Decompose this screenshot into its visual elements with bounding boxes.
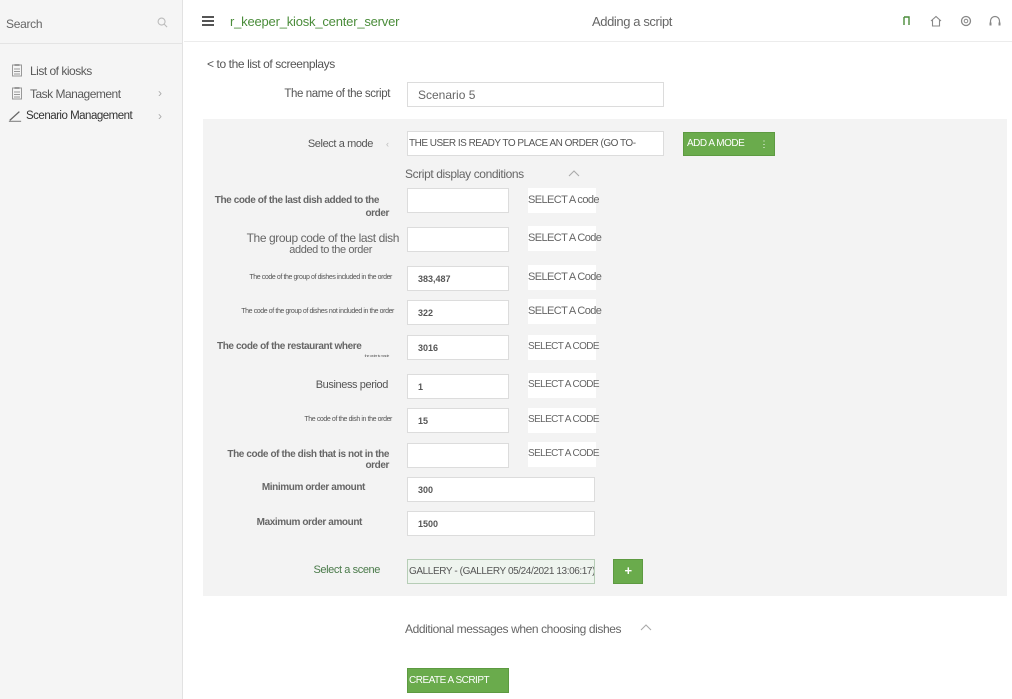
scene-label: Select a scene: [313, 564, 380, 576]
dish-in-order-input[interactable]: 15: [407, 408, 509, 433]
chevron-right-icon: ›: [158, 109, 162, 123]
sidebar-item-scenario-management[interactable]: Scenario Management ›: [0, 106, 183, 126]
scene-select[interactable]: GALLERY - (GALLERY 05/24/2021 13:06:17)-: [407, 559, 595, 584]
search-box[interactable]: Search: [0, 0, 183, 44]
add-mode-button-label: ADD A MODE: [687, 138, 745, 149]
select-code-button[interactable]: SELECT A CODE: [528, 408, 600, 433]
clipboard-icon: [12, 87, 22, 100]
back-to-list-link[interactable]: < to the list of screenplays: [207, 57, 335, 71]
select-code-button[interactable]: SELECT A CODE: [528, 335, 600, 360]
menu-icon[interactable]: [202, 16, 214, 26]
create-script-button[interactable]: CREATE A SCRIPT: [407, 668, 509, 693]
select-code-button[interactable]: SELECT A Code: [528, 299, 602, 324]
last-dish-code-input[interactable]: [407, 188, 509, 213]
chevron-up-icon[interactable]: [568, 169, 580, 177]
gear-icon[interactable]: [959, 14, 973, 28]
condition-label-dish-in-order: The code of the dish in the order: [304, 416, 392, 423]
pencil-icon: [8, 111, 22, 122]
sidebar: Search List of kiosks Task Management › …: [0, 0, 183, 699]
home-icon[interactable]: [929, 14, 943, 28]
add-scene-button[interactable]: +: [613, 559, 643, 584]
max-amount-label: Maximum order amount: [256, 517, 363, 528]
last-dish-group-code-input[interactable]: [407, 227, 509, 252]
add-mode-button[interactable]: ADD A MODE ⋮: [683, 132, 775, 156]
condition-label-group-not-included: The code of the group of dishes not incl…: [241, 308, 394, 315]
condition-label-group-included: The code of the group of dishes included…: [249, 274, 392, 281]
condition-label-last-dish-group: The group code of the last dish added to…: [246, 231, 400, 256]
condition-label-restaurant: The code of the restaurant where the ord…: [217, 341, 389, 358]
headset-icon[interactable]: [988, 14, 1002, 28]
mode-select[interactable]: THE USER IS READY TO PLACE AN ORDER (GO …: [407, 131, 664, 156]
min-amount-input[interactable]: 300: [407, 477, 595, 502]
chevron-up-icon[interactable]: [640, 623, 652, 631]
mode-label: Select a mode: [307, 138, 374, 150]
conditions-header[interactable]: Script display conditions: [405, 167, 524, 181]
search-icon[interactable]: [157, 17, 168, 28]
condition-label-business-period: Business period: [315, 379, 389, 391]
script-name-label: The name of the script: [284, 88, 390, 100]
sidebar-item-kiosks[interactable]: List of kiosks: [0, 60, 183, 80]
select-code-button[interactable]: SELECT A Code: [528, 226, 602, 251]
select-code-button[interactable]: SELECT A CODE: [528, 442, 600, 467]
select-code-button[interactable]: SELECT A code: [528, 188, 599, 213]
dropdown-icon: ⋮: [759, 139, 769, 149]
chevron-right-icon: ›: [158, 86, 162, 100]
condition-label-last-dish: The code of the last dish added to the o…: [214, 195, 390, 219]
select-code-button[interactable]: SELECT A Code: [528, 265, 602, 290]
sidebar-item-label: Task Management: [30, 87, 121, 101]
user-icon[interactable]: [900, 14, 914, 28]
group-included-input[interactable]: 383,487: [407, 266, 509, 291]
sidebar-item-task-management[interactable]: Task Management ›: [0, 83, 183, 103]
condition-label-dish-not-in-order: The code of the dish that is not in the …: [227, 449, 389, 471]
restaurant-code-input[interactable]: 3016: [407, 335, 509, 360]
max-amount-input[interactable]: 1500: [407, 511, 595, 536]
business-period-input[interactable]: 1: [407, 374, 509, 399]
search-input[interactable]: Search: [6, 17, 43, 31]
clipboard-icon: [12, 64, 22, 77]
script-name-input[interactable]: Scenario 5: [407, 82, 664, 107]
page-title: Adding a script: [592, 14, 672, 29]
app-name[interactable]: r_keeper_kiosk_center_server: [230, 14, 399, 29]
select-code-button[interactable]: SELECT A CODE: [528, 373, 600, 398]
group-not-included-input[interactable]: 322: [407, 300, 509, 325]
additional-messages-header[interactable]: Additional messages when choosing dishes: [405, 622, 622, 636]
sidebar-item-label: List of kiosks: [30, 64, 92, 78]
min-amount-label: Minimum order amount: [261, 482, 366, 493]
sidebar-item-label: Scenario Management: [26, 110, 133, 122]
chevron-left-icon: ‹: [386, 139, 389, 149]
top-bar: r_keeper_kiosk_center_server Adding a sc…: [184, 0, 1012, 42]
dish-not-in-order-input[interactable]: [407, 443, 509, 468]
